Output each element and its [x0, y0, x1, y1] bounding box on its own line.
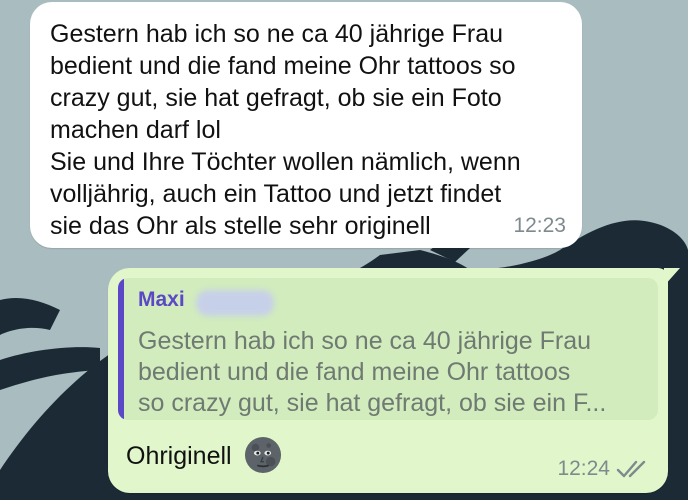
quoted-sender-name: Maxi [138, 288, 185, 311]
outgoing-message-text: Ohriginell [126, 442, 232, 470]
double-check-icon [616, 460, 646, 478]
redacted-surname [196, 290, 274, 316]
outgoing-message-time: 12:24 [557, 457, 610, 480]
quote-accent-bar [118, 278, 124, 420]
incoming-message-time: 12:23 [513, 214, 566, 237]
quoted-message[interactable]: Maxi Gestern hab ich so ne ca 40 jährige… [118, 278, 658, 420]
quoted-message-text: Gestern hab ich so ne ca 40 jährige Frau… [138, 327, 607, 417]
bubble-tail [664, 268, 680, 286]
incoming-message-text: Gestern hab ich so ne ca 40 jährige Frau… [50, 20, 521, 240]
incoming-message-bubble[interactable]: Gestern hab ich so ne ca 40 jährige Frau… [30, 2, 582, 248]
new-moon-face-icon [244, 436, 282, 474]
outgoing-message-bubble[interactable]: Maxi Gestern hab ich so ne ca 40 jährige… [108, 268, 680, 493]
